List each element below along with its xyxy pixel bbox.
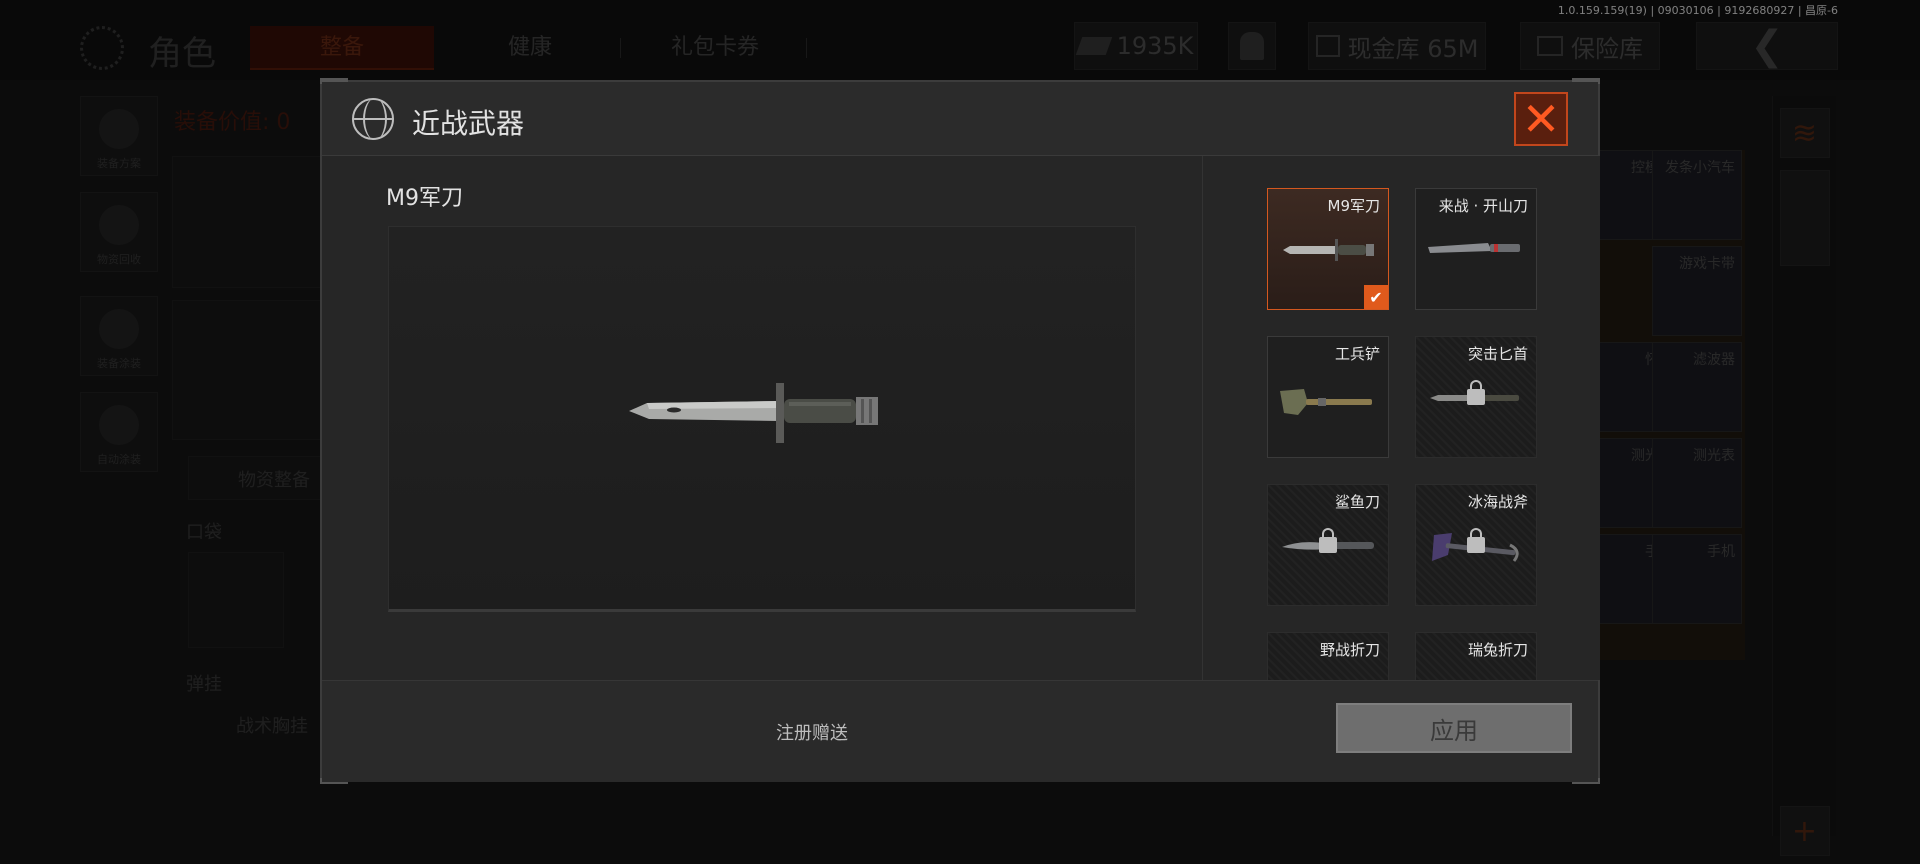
dialog-title: 近战武器 [412,107,525,140]
weapon-preview[interactable] [388,226,1136,612]
globe-icon [352,98,394,140]
weapon-card-rabbit-folding-knife[interactable]: 瑞兔折刀 [1415,632,1537,680]
weapon-card-label: 瑞兔折刀 [1467,641,1528,659]
preview-panel: M9军刀 [322,156,1202,680]
dialog-footer: 注册赠送 应用 [322,680,1598,782]
dialog-header: 近战武器 ✕ [322,82,1598,156]
weapon-card-field-folding-knife[interactable]: 野战折刀 [1267,632,1389,680]
weapon-card-label: 鲨鱼刀 [1334,493,1380,511]
apply-button[interactable]: 应用 [1336,703,1572,753]
selected-item-name: M9军刀 [386,186,463,211]
weapon-card-m9[interactable]: M9军刀 ✔ [1267,188,1389,310]
weapon-card-shark-knife[interactable]: 鲨鱼刀 [1267,484,1389,606]
lock-icon [1319,528,1337,553]
melee-weapon-dialog: 近战武器 ✕ M9军刀 M9军刀 ✔ 来战 · 开山刀 工兵铲 突击匕首 鲨鱼刀… [320,78,1600,784]
bayonet-icon [1283,239,1374,261]
weapon-card-label: M9军刀 [1327,197,1381,215]
lock-icon [1467,528,1485,553]
weapon-card-label: 野战折刀 [1319,641,1380,659]
shovel-icon [1280,389,1372,415]
weapon-card-assault-dagger[interactable]: 突击匕首 [1415,336,1537,458]
weapon-card-label: 突击匕首 [1467,345,1528,363]
weapon-card-shovel[interactable]: 工兵铲 [1267,336,1389,458]
close-icon: ✕ [1521,92,1561,146]
weapon-list[interactable]: M9军刀 ✔ 来战 · 开山刀 工兵铲 突击匕首 鲨鱼刀 冰海战斧 野战折刀 瑞… [1202,156,1600,680]
weapon-card-machete[interactable]: 来战 · 开山刀 [1415,188,1537,310]
check-icon: ✔ [1364,285,1388,309]
lock-icon [1467,380,1485,405]
weapon-card-label: 冰海战斧 [1467,493,1528,511]
machete-icon [1428,243,1520,253]
close-button[interactable]: ✕ [1514,92,1568,146]
bayonet-icon [629,383,878,443]
weapon-card-label: 来战 · 开山刀 [1438,197,1528,215]
acquire-source-text: 注册赠送 [776,723,848,744]
weapon-card-ice-axe[interactable]: 冰海战斧 [1415,484,1537,606]
weapon-card-label: 工兵铲 [1334,345,1380,363]
